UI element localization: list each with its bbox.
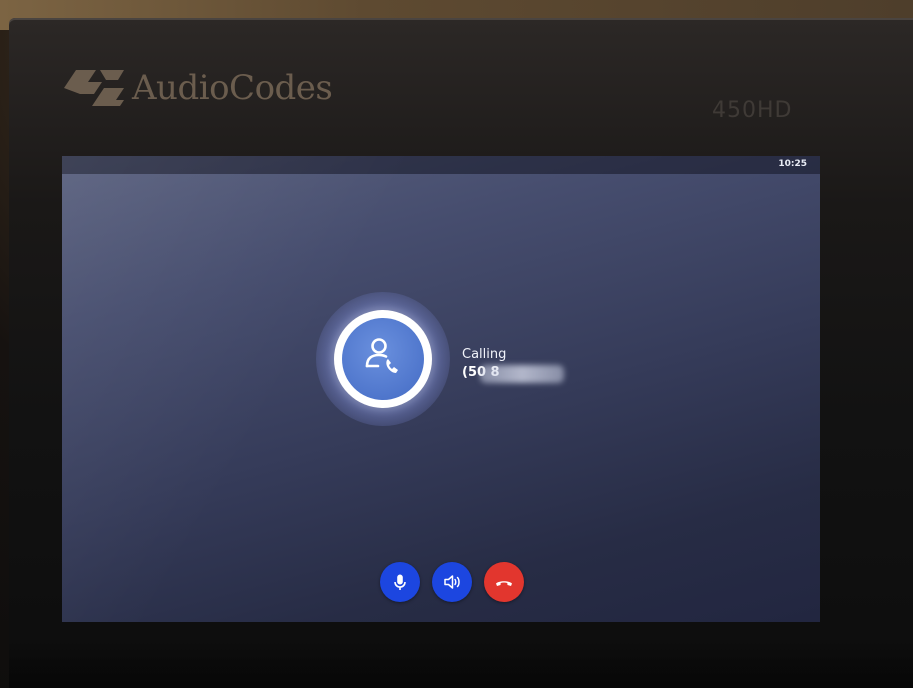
speaker-button[interactable] xyxy=(432,562,472,602)
status-bar: 10:25 xyxy=(62,156,820,174)
microphone-icon xyxy=(394,574,406,590)
status-clock: 10:25 xyxy=(778,159,807,169)
brand-header: AudioCodes xyxy=(62,65,333,111)
photo-background: AudioCodes 450HD 10:25 Calling (50 8 xyxy=(0,0,913,688)
bezel-shadow xyxy=(9,640,913,688)
brand-name: AudioCodes xyxy=(132,68,333,108)
hang-up-icon xyxy=(496,581,512,586)
call-status-label: Calling xyxy=(462,347,507,362)
phone-screen: 10:25 Calling (50 8 xyxy=(62,156,820,622)
end-call-button[interactable] xyxy=(484,562,524,602)
audiocodes-logo-icon xyxy=(62,66,126,110)
speaker-icon xyxy=(444,575,460,589)
contact-phone-icon xyxy=(342,318,424,400)
redaction-blur xyxy=(480,365,564,383)
mute-button[interactable] xyxy=(380,562,420,602)
model-label: 450HD xyxy=(712,98,793,123)
caller-number: (50 8 xyxy=(462,365,582,383)
call-controls xyxy=(380,562,524,602)
